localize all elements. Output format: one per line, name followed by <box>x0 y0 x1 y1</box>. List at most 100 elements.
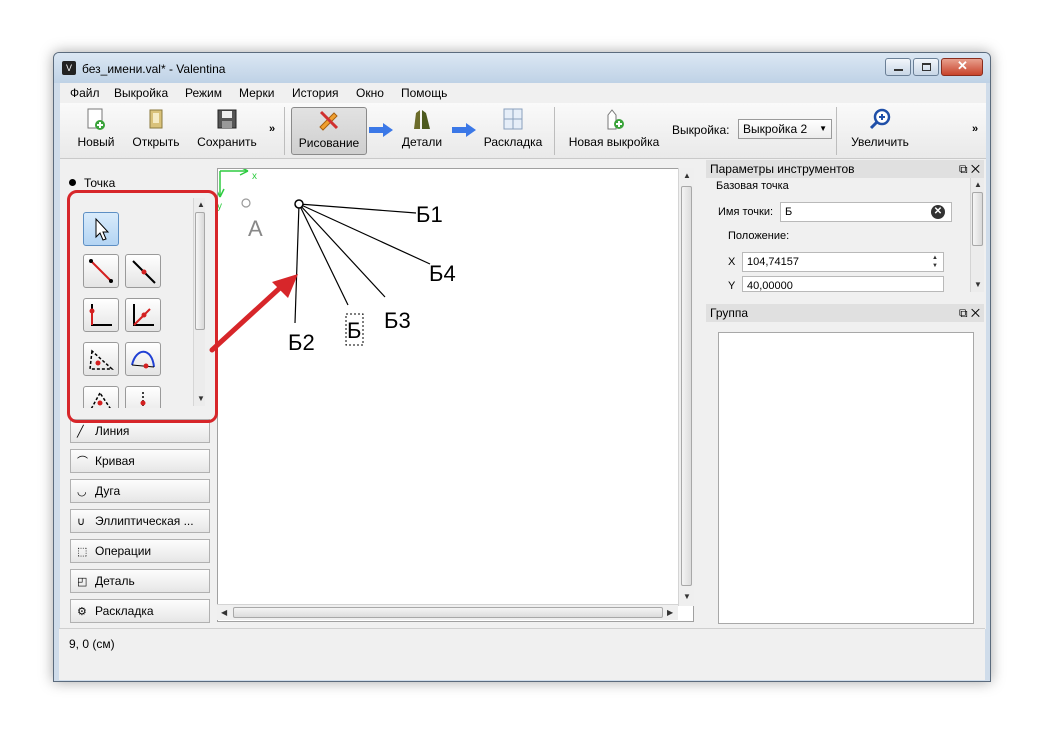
pencil-ruler-icon <box>319 110 339 131</box>
pattern-select[interactable]: Выкройка 2 ▼ <box>738 119 832 139</box>
layout-mode-button[interactable]: Раскладка <box>480 107 546 155</box>
magnifier-plus-icon <box>869 108 891 130</box>
scroll-up-icon[interactable]: ▲ <box>974 180 982 189</box>
menu-file[interactable]: Файл <box>70 86 100 100</box>
y-coordinate-input[interactable]: 40,00000 <box>742 276 944 292</box>
point-b3-label: Б3 <box>384 308 411 333</box>
point-b-marker[interactable] <box>294 199 304 209</box>
maximize-button[interactable] <box>913 58 939 76</box>
scroll-down-icon[interactable]: ▼ <box>974 280 982 289</box>
new-pattern-button[interactable]: Новая выкройка <box>564 107 664 155</box>
scrollbar-thumb[interactable] <box>972 192 983 246</box>
toolbar-separator <box>284 107 285 155</box>
line-to-b3[interactable] <box>298 203 386 298</box>
clear-icon[interactable]: ✕ <box>931 205 945 219</box>
scroll-up-icon[interactable]: ▲ <box>683 171 691 180</box>
save-disk-icon <box>217 109 237 129</box>
chevron-down-icon: ▼ <box>819 124 827 133</box>
detail-icon: ◰ <box>77 576 88 588</box>
group-panel-title[interactable]: Группа ⧉ ✕ <box>706 304 984 322</box>
scrollbar-thumb[interactable] <box>681 186 692 586</box>
arrow-right-icon-2 <box>452 123 476 137</box>
window-title: без_имени.val* - Valentina <box>82 62 226 76</box>
toolbar-separator-2 <box>554 107 555 155</box>
new-button[interactable]: Новый <box>74 107 118 155</box>
menu-measurements[interactable]: Мерки <box>239 86 274 100</box>
menu-help[interactable]: Помощь <box>401 86 447 100</box>
new-file-icon <box>87 108 105 130</box>
toolbar-separator-3 <box>836 107 837 155</box>
minimize-button[interactable] <box>885 58 911 76</box>
group-list[interactable] <box>718 332 974 624</box>
elliptic-arc-icon: ∪ <box>77 516 86 528</box>
close-button[interactable]: ✕ <box>941 58 983 76</box>
point-a-label: А <box>248 216 263 241</box>
position-label: Положение: <box>728 230 790 242</box>
valentina-app-icon: V <box>62 61 76 75</box>
garment-pieces-icon <box>414 110 430 129</box>
new-pattern-icon <box>607 109 624 130</box>
open-button[interactable]: Открыть <box>128 107 184 155</box>
scroll-left-icon[interactable]: ◀ <box>221 608 227 617</box>
bullet-icon <box>69 179 76 186</box>
point-b-label[interactable]: Б <box>347 318 361 343</box>
main-toolbar: Новый Открыть Сохранить » Рисование Дета… <box>60 103 986 159</box>
point-tools-header[interactable]: Точка <box>69 176 115 190</box>
zoom-in-button[interactable]: Увеличить <box>846 107 914 155</box>
toolbar-overflow-1[interactable]: » <box>269 123 275 135</box>
title-bar[interactable]: V без_имени.val* - Valentina ✕ <box>54 53 990 83</box>
canvas-drawing: x y А Б1 Б4 Б3 Б Б2 <box>218 169 456 355</box>
scrollbar-thumb[interactable] <box>233 607 663 618</box>
category-arc[interactable]: ◡ Дуга <box>70 479 210 503</box>
category-elliptic[interactable]: ∪ Эллиптическая ... <box>70 509 210 533</box>
category-curve[interactable]: ⌒ Кривая <box>70 449 210 473</box>
menu-bar: Файл Выкройка Режим Мерки История Окно П… <box>60 83 986 103</box>
point-name-input[interactable]: Б ✕ <box>780 202 952 222</box>
point-name-label: Имя точки: <box>718 206 774 218</box>
axis-y-label: y <box>218 201 222 212</box>
highlight-frame <box>67 190 218 423</box>
tool-options-content: Базовая точка Имя точки: Б ✕ Положение: … <box>708 178 970 292</box>
x-coordinate-input[interactable]: 104,74157 ▲ ▼ <box>742 252 944 272</box>
dock-float-close-icons[interactable]: ⧉ ✕ <box>959 160 980 178</box>
category-operations[interactable]: ⬚ Операции <box>70 539 210 563</box>
menu-history[interactable]: История <box>292 86 339 100</box>
curve-icon: ⌒ <box>77 456 88 468</box>
layout-sheet-icon <box>503 108 523 130</box>
details-mode-button[interactable]: Детали <box>397 107 447 155</box>
dock-float-close-icons[interactable]: ⧉ ✕ <box>959 304 980 322</box>
spin-arrows-icon[interactable]: ▲ ▼ <box>929 254 941 270</box>
menu-mode[interactable]: Режим <box>185 86 222 100</box>
save-button[interactable]: Сохранить <box>194 107 260 155</box>
open-folder-icon <box>149 109 163 129</box>
draw-mode-button[interactable]: Рисование <box>291 107 367 155</box>
point-lines <box>294 203 431 324</box>
status-bar: 9, 0 (см) <box>59 628 985 680</box>
axis-x-label: x <box>252 171 257 182</box>
menu-pattern[interactable]: Выкройка <box>114 86 168 100</box>
menu-window[interactable]: Окно <box>356 86 384 100</box>
close-icon: ✕ <box>957 58 968 73</box>
canvas-horizontal-scrollbar[interactable]: ◀ ▶ <box>217 604 678 620</box>
drawing-canvas[interactable]: x y А Б1 Б4 Б3 Б Б2 <box>217 168 694 622</box>
arrow-right-icon <box>369 123 393 137</box>
category-layout[interactable]: ⚙ Раскладка <box>70 599 210 623</box>
canvas-vertical-scrollbar[interactable]: ▲ ▼ <box>678 168 694 606</box>
annotation-arrow <box>209 274 298 353</box>
scroll-right-icon[interactable]: ▶ <box>667 608 673 617</box>
category-detail[interactable]: ◰ Деталь <box>70 569 210 593</box>
right-dock: Параметры инструментов ⧉ ✕ Базовая точка… <box>706 160 984 624</box>
operations-icon: ⬚ <box>77 546 88 558</box>
cursor-coordinates: 9, 0 (см) <box>69 637 115 651</box>
toolbar-overflow-2[interactable]: » <box>972 123 978 135</box>
scroll-down-icon[interactable]: ▼ <box>683 592 691 601</box>
axis-marker: x y <box>218 169 257 212</box>
tool-options-title[interactable]: Параметры инструментов ⧉ ✕ <box>706 160 984 178</box>
tool-options-scrollbar[interactable]: ▲ ▼ <box>970 178 984 292</box>
line-icon: ╱ <box>77 426 84 438</box>
section-title: Базовая точка <box>716 180 789 192</box>
point-a-marker[interactable] <box>241 198 251 208</box>
gear-icon: ⚙ <box>77 606 87 618</box>
point-b4-label: Б4 <box>429 261 456 286</box>
point-b1-label: Б1 <box>416 202 443 227</box>
